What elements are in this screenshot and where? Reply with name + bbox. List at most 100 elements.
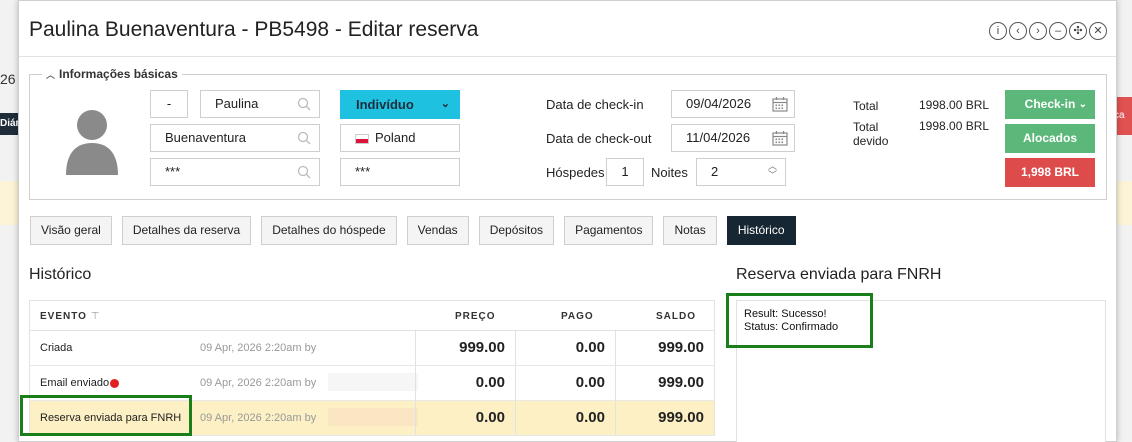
header-icons: i ‹ › – ✣ ✕ <box>989 22 1107 40</box>
allocated-button[interactable]: Alocados <box>1005 124 1095 153</box>
title-field[interactable]: - <box>150 90 188 118</box>
country-select[interactable]: Poland <box>340 124 460 152</box>
info-icon[interactable]: i <box>989 22 1007 40</box>
sort-icon[interactable]: ⊤ <box>91 311 101 322</box>
row-paid: 0.00 <box>575 409 605 426</box>
column-divider <box>615 366 616 400</box>
column-header-balance: SALDO <box>656 311 696 322</box>
background-tag-left: Diári <box>0 113 18 135</box>
chevron-down-icon: ⌄ <box>440 98 450 110</box>
tab-history[interactable]: Histórico <box>726 216 796 245</box>
row-event-label: Email enviado <box>40 377 110 389</box>
background-number: 26 <box>0 71 16 87</box>
checkin-button-label: Check-in <box>1024 97 1076 111</box>
row-balance: 999.00 <box>658 409 704 426</box>
modal-title: Paulina Buenaventura - PB5498 - Editar r… <box>29 18 479 41</box>
checkout-date-field[interactable]: 11/04/2026 <box>671 124 795 152</box>
minus-icon[interactable]: – <box>1049 22 1067 40</box>
background-row-right <box>1116 181 1132 225</box>
search-icon <box>297 165 311 179</box>
column-header-paid: PAGO <box>561 311 594 322</box>
chevron-right-icon[interactable]: › <box>1029 22 1047 40</box>
checkin-button[interactable]: Check-in ⌄ <box>1005 90 1095 119</box>
avatar-icon <box>66 110 118 175</box>
expand-icon[interactable]: ✣ <box>1069 22 1087 40</box>
nights-value: 2 <box>711 164 719 179</box>
table-header: EVENTO ⊤ PREÇO PAGO SALDO <box>30 301 714 331</box>
masked-value-1: *** <box>165 164 181 179</box>
column-divider <box>515 401 516 435</box>
table-row[interactable]: Criada 09 Apr, 2026 2:20am by 999.00 0.0… <box>30 331 714 366</box>
stepper-arrows-icon[interactable]: ︿ ﹀ <box>768 162 777 180</box>
basic-info-legend-label: Informações básicas <box>59 67 178 81</box>
column-divider <box>615 401 616 435</box>
checkin-date-field[interactable]: 09/04/2026 <box>671 90 795 118</box>
calendar-icon[interactable] <box>772 130 788 146</box>
tab-notes[interactable]: Notas <box>663 216 717 245</box>
tab-bar: Visão geral Detalhes da reserva Detalhes… <box>30 216 806 245</box>
total-due-label-line-1: Total <box>853 120 879 134</box>
redacted-user <box>328 373 418 391</box>
guests-input[interactable]: 1 <box>606 158 644 186</box>
row-date: 09 Apr, 2026 2:20am by <box>200 342 317 354</box>
balance-button[interactable]: 1,998 BRL <box>1005 158 1095 187</box>
basic-info-legend[interactable]: ︿ Informações básicas <box>42 67 182 81</box>
column-divider <box>415 331 416 365</box>
country-value: Poland <box>375 130 416 145</box>
tab-sales[interactable]: Vendas <box>406 216 469 245</box>
checkout-date-value: 11/04/2026 <box>686 130 751 145</box>
chevron-down-icon: ⌄ <box>1078 99 1087 110</box>
chevron-left-icon[interactable]: ‹ <box>1009 22 1027 40</box>
masked-value-2: *** <box>355 164 371 179</box>
last-name-field[interactable]: Buenaventura <box>150 124 320 152</box>
masked-field-1[interactable]: *** <box>150 158 320 186</box>
chevron-up-icon: ︿ <box>46 69 56 80</box>
nights-stepper[interactable]: 2 ︿ ﹀ <box>696 158 786 186</box>
event-header-label: EVENTO <box>40 311 87 322</box>
nights-label: Noites <box>651 165 688 180</box>
last-name-value: Buenaventura <box>165 130 246 145</box>
tab-payments[interactable]: Pagamentos <box>564 216 654 245</box>
row-date: 09 Apr, 2026 2:20am by <box>200 412 317 424</box>
tab-deposits[interactable]: Depósitos <box>478 216 555 245</box>
redacted-user <box>328 408 418 426</box>
tab-overview[interactable]: Visão geral <box>30 216 112 245</box>
calendar-icon[interactable] <box>772 96 788 112</box>
first-name-field[interactable]: Paulina <box>200 90 320 118</box>
tab-guest-details[interactable]: Detalhes do hóspede <box>261 216 397 245</box>
total-due-label-line-2: devido <box>853 134 889 148</box>
row-paid: 0.00 <box>575 339 605 356</box>
guest-type-select[interactable]: Indivíduo ⌄ <box>340 90 460 119</box>
row-price: 0.00 <box>475 409 505 426</box>
total-due-label: Total devido <box>853 120 888 148</box>
search-icon <box>297 97 311 111</box>
search-icon <box>297 131 311 145</box>
row-balance: 999.00 <box>658 339 704 356</box>
checkout-label: Data de check-out <box>546 131 652 146</box>
row-paid: 0.00 <box>575 374 605 391</box>
row-event: Email enviado <box>40 377 120 389</box>
total-value: 1998.00 BRL <box>919 98 990 112</box>
tab-reservation-details[interactable]: Detalhes da reserva <box>121 216 252 245</box>
unread-dot-icon <box>110 378 120 388</box>
row-price: 999.00 <box>459 339 505 356</box>
poland-flag-icon <box>355 133 369 144</box>
basic-info-fieldset: ︿ Informações básicas - Paulina Buenaven… <box>29 67 1107 200</box>
guest-type-value: Indivíduo <box>356 97 414 112</box>
first-name-value: Paulina <box>215 96 259 111</box>
masked-field-2[interactable]: *** <box>340 158 460 186</box>
checkin-label: Data de check-in <box>546 97 644 112</box>
history-title: Histórico <box>29 266 92 283</box>
guests-label: Hóspedes <box>546 165 605 180</box>
detail-title: Reserva enviada para FNRH <box>736 266 942 283</box>
total-due-value: 1998.00 BRL <box>919 119 990 133</box>
edit-reservation-modal: Paulina Buenaventura - PB5498 - Editar r… <box>18 0 1117 442</box>
column-header-event[interactable]: EVENTO ⊤ <box>40 311 100 322</box>
annotation-highlight-detail <box>726 293 873 348</box>
row-balance: 999.00 <box>658 374 704 391</box>
row-date: 09 Apr, 2026 2:20am by <box>200 377 317 389</box>
row-event: Criada <box>40 342 73 354</box>
checkin-date-value: 09/04/2026 <box>686 96 752 111</box>
column-divider <box>615 331 616 365</box>
close-icon[interactable]: ✕ <box>1089 22 1107 40</box>
